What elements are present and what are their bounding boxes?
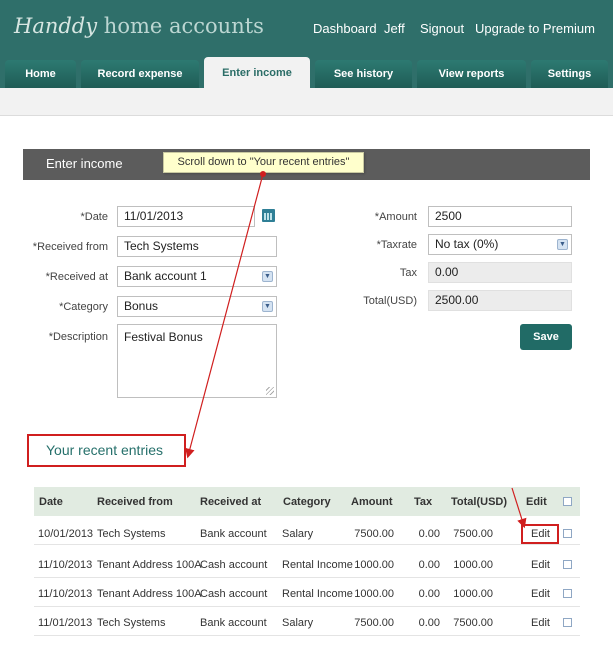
taxrate-label: *Taxrate xyxy=(376,239,417,251)
cell-category: Salary xyxy=(282,617,314,629)
row-checkbox[interactable] xyxy=(563,618,572,627)
total-label: Total(USD) xyxy=(363,295,417,307)
save-button[interactable]: Save xyxy=(520,324,572,350)
cell-received-at: Cash account xyxy=(200,588,268,600)
chevron-down-icon: ▼ xyxy=(557,239,568,250)
cell-amount: 7500.00 xyxy=(354,617,394,629)
recent-entries-table-header: Date Received from Received at Category … xyxy=(34,487,580,516)
cell-tax: 0.00 xyxy=(418,528,440,540)
received-from-label: *Received from xyxy=(32,241,108,253)
taxrate-select[interactable]: No tax (0%) ▼ xyxy=(428,234,572,255)
cell-received-from: Tech Systems xyxy=(97,528,166,540)
cell-amount: 1000.00 xyxy=(354,588,394,600)
cell-received-from: Tenant Address 100A xyxy=(97,588,202,600)
date-field[interactable]: 11/01/2013 xyxy=(117,206,255,227)
cell-date: 11/10/2013 xyxy=(38,559,93,571)
cell-date: 11/10/2013 xyxy=(38,588,93,600)
received-at-value: Bank account 1 xyxy=(124,269,207,283)
panel-title: Enter income xyxy=(46,156,123,171)
cell-total: 7500.00 xyxy=(453,617,493,629)
tab-enter-income[interactable]: Enter income xyxy=(204,57,310,88)
received-from-field[interactable]: Tech Systems xyxy=(117,236,277,257)
col-date: Date xyxy=(39,496,63,508)
cell-category: Rental Income xyxy=(282,588,353,600)
app-header: Handdy home accounts Dashboard Jeff Sign… xyxy=(0,0,613,88)
taxrate-value: No tax (0%) xyxy=(435,237,499,251)
scroll-hint-tooltip: Scroll down to "Your recent entries" xyxy=(163,152,364,173)
table-row: 11/10/2013 Tenant Address 100A Cash acco… xyxy=(34,549,580,578)
tab-settings[interactable]: Settings xyxy=(531,60,608,88)
col-category: Category xyxy=(283,496,331,508)
table-row: 11/10/2013 Tenant Address 100A Cash acco… xyxy=(34,578,580,607)
cell-total: 7500.00 xyxy=(453,528,493,540)
category-value: Bonus xyxy=(124,299,159,313)
edit-highlight-box xyxy=(521,524,559,544)
category-select[interactable]: Bonus ▼ xyxy=(117,296,277,317)
recent-entries-heading: Your recent entries xyxy=(27,434,186,467)
col-received-at: Received at xyxy=(200,496,262,508)
edit-link[interactable]: Edit xyxy=(531,588,550,600)
cell-amount: 7500.00 xyxy=(354,528,394,540)
row-checkbox[interactable] xyxy=(563,560,572,569)
cell-tax: 0.00 xyxy=(418,588,440,600)
resize-grip-icon[interactable] xyxy=(266,387,274,395)
cell-tax: 0.00 xyxy=(418,617,440,629)
date-label: *Date xyxy=(80,211,108,223)
cell-date: 10/01/2013 xyxy=(38,528,94,540)
row-checkbox[interactable] xyxy=(563,589,572,598)
edit-link[interactable]: Edit xyxy=(531,559,550,571)
col-edit: Edit xyxy=(526,496,547,508)
top-navigation: Dashboard Jeff Signout Upgrade to Premiu… xyxy=(0,21,613,39)
cell-category: Rental Income xyxy=(282,559,353,571)
nav-dashboard-link[interactable]: Dashboard xyxy=(313,21,377,36)
amount-field[interactable]: 2500 xyxy=(428,206,572,227)
col-amount: Amount xyxy=(351,496,393,508)
description-label: *Description xyxy=(48,331,108,343)
table-row: 11/01/2013 Tech Systems Bank account Sal… xyxy=(34,607,580,636)
select-all-checkbox[interactable] xyxy=(563,497,572,506)
cell-received-at: Cash account xyxy=(200,559,268,571)
description-value: Festival Bonus xyxy=(124,330,203,344)
tab-view-reports[interactable]: View reports xyxy=(417,60,526,88)
category-label: *Category xyxy=(59,301,108,313)
nav-signout-link[interactable]: Signout xyxy=(420,21,464,36)
cell-amount: 1000.00 xyxy=(354,559,394,571)
tab-see-history[interactable]: See history xyxy=(315,60,412,88)
col-received-from: Received from xyxy=(97,496,173,508)
cell-received-at: Bank account xyxy=(200,617,267,629)
description-textarea[interactable]: Festival Bonus xyxy=(117,324,277,398)
chevron-down-icon: ▼ xyxy=(262,271,273,282)
cell-received-from: Tech Systems xyxy=(97,617,166,629)
col-total: Total(USD) xyxy=(451,496,508,508)
received-at-select[interactable]: Bank account 1 ▼ xyxy=(117,266,277,287)
cell-received-from: Tenant Address 100A xyxy=(97,559,202,571)
main-tabs: Home Record expense Enter income See his… xyxy=(0,57,613,88)
amount-label: *Amount xyxy=(374,211,417,223)
cell-total: 1000.00 xyxy=(453,588,493,600)
cell-date: 11/01/2013 xyxy=(38,617,93,629)
sub-toolbar xyxy=(0,88,613,116)
cell-tax: 0.00 xyxy=(418,559,440,571)
cell-received-at: Bank account xyxy=(200,528,267,540)
tax-label: Tax xyxy=(399,267,417,279)
nav-upgrade-premium-link[interactable]: Upgrade to Premium xyxy=(475,21,595,36)
tab-home[interactable]: Home xyxy=(5,60,76,88)
tab-record-expense[interactable]: Record expense xyxy=(81,60,199,88)
cell-total: 1000.00 xyxy=(453,559,493,571)
received-at-label: *Received at xyxy=(45,271,108,283)
total-field: 2500.00 xyxy=(428,290,572,311)
edit-link[interactable]: Edit xyxy=(531,617,550,629)
row-checkbox[interactable] xyxy=(563,529,572,538)
chevron-down-icon: ▼ xyxy=(262,301,273,312)
nav-user-link[interactable]: Jeff xyxy=(384,21,405,36)
table-row: 10/01/2013 Tech Systems Bank account Sal… xyxy=(34,516,580,545)
cell-category: Salary xyxy=(282,528,314,540)
calendar-icon[interactable] xyxy=(262,209,275,222)
col-tax: Tax xyxy=(414,496,433,508)
tax-field: 0.00 xyxy=(428,262,572,283)
